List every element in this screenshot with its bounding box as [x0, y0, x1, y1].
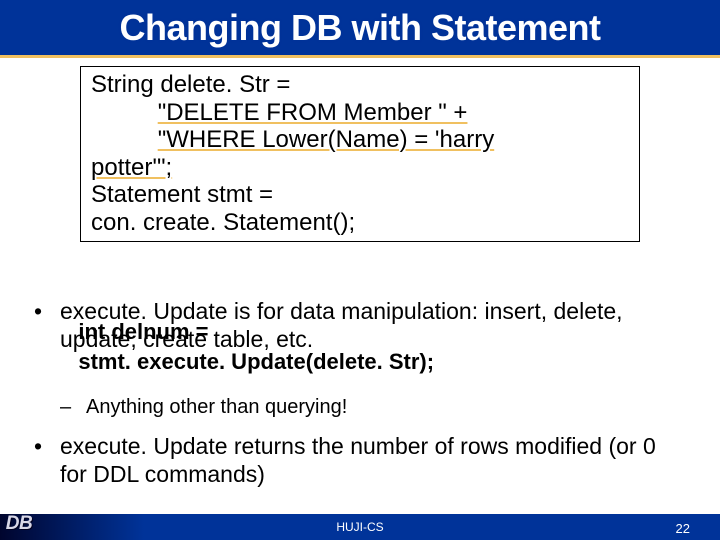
code-line-4: potter'";	[91, 154, 629, 182]
title-bar: Changing DB with Statement	[0, 0, 720, 55]
footer-bar: HUJI-CS	[0, 514, 720, 540]
code-box: String delete. Str = "DELETE FROM Member…	[80, 66, 640, 242]
code-text: "WHERE Lower(Name) = 'harry	[158, 126, 495, 154]
footer-center-text: HUJI-CS	[336, 520, 383, 534]
code-line-5: Statement stmt =	[91, 181, 629, 209]
db-label: DB	[6, 513, 32, 535]
overlay-code-2: stmt. execute. Update(delete. Str);	[60, 349, 434, 375]
code-line-6: con. create. Statement();	[91, 209, 629, 237]
slide: Changing DB with Statement String delete…	[0, 0, 720, 540]
code-line-2: "DELETE FROM Member " +	[91, 99, 629, 127]
indent	[91, 126, 158, 153]
code-line-3: "WHERE Lower(Name) = 'harry	[91, 126, 629, 154]
code-text: "DELETE FROM Member " +	[158, 99, 468, 127]
bullet-2: execute. Update returns the number of ro…	[34, 433, 686, 488]
indent	[91, 99, 158, 126]
slide-title: Changing DB with Statement	[120, 7, 601, 49]
slide-number: 22	[676, 521, 690, 536]
sub-bullet-1: Anything other than querying!	[34, 395, 686, 419]
bullet-group-2: execute. Update returns the number of ro…	[34, 433, 686, 488]
code-line-1: String delete. Str =	[91, 71, 629, 99]
overlay-code-1: int delnum =	[60, 319, 209, 345]
db-badge: DB	[0, 510, 40, 538]
code-text: potter'";	[91, 154, 172, 182]
slide-body: String delete. Str = "DELETE FROM Member…	[0, 58, 720, 540]
